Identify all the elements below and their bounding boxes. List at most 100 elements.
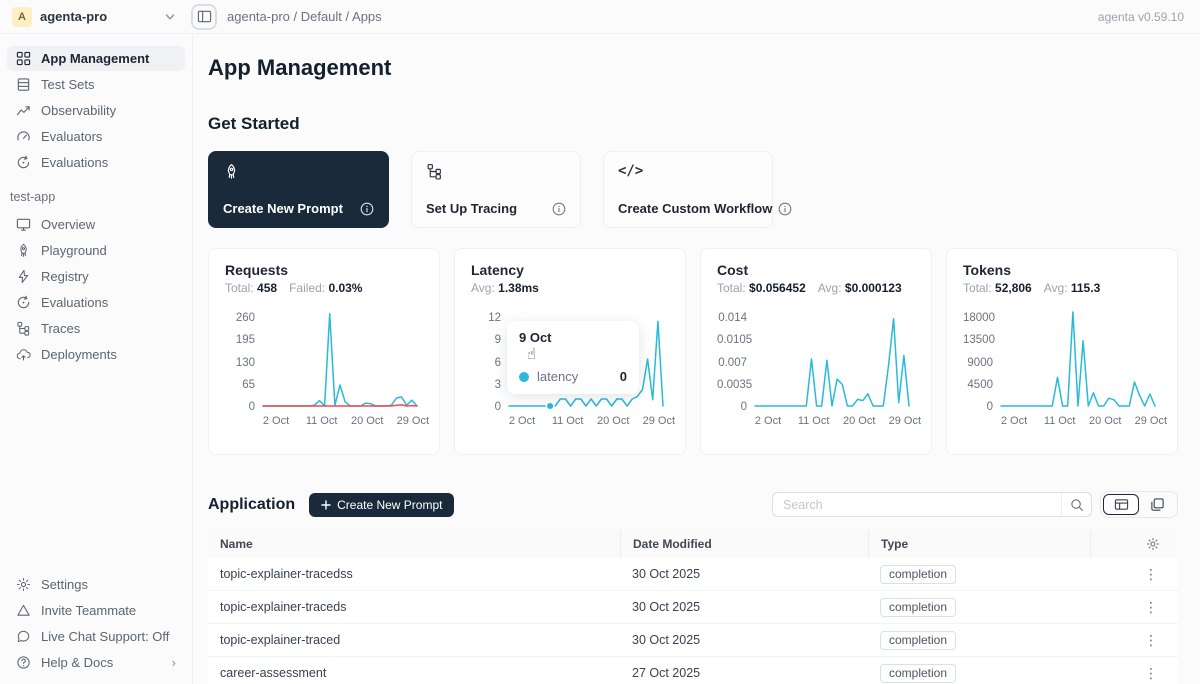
sidebar-item-evaluations[interactable]: Evaluations	[7, 150, 185, 175]
tokens-line-chart[interactable]	[1001, 309, 1155, 409]
tooltip-date: 9 Oct	[519, 330, 627, 345]
table-header: Name Date Modified Type	[208, 530, 1178, 558]
info-icon[interactable]	[360, 202, 374, 216]
app-name: topic-explainer-tracedss	[208, 567, 620, 581]
create-custom-workflow-card[interactable]: </> Create Custom Workflow	[603, 151, 773, 228]
get-started-title: Get Started	[208, 114, 1178, 134]
create-new-prompt-card[interactable]: Create New Prompt	[208, 151, 389, 228]
sidebar-item-app-management[interactable]: App Management	[7, 46, 185, 71]
chevron-right-icon: ›	[172, 655, 176, 670]
version-label: agenta v0.59.10	[1098, 10, 1200, 24]
monitor-icon	[16, 217, 31, 232]
chevron-down-icon	[165, 12, 175, 22]
create-new-prompt-button[interactable]: Create New Prompt	[309, 493, 454, 517]
sidebar-item-invite-teammate[interactable]: Invite Teammate	[7, 598, 185, 623]
set-up-tracing-card[interactable]: Set Up Tracing	[411, 151, 581, 228]
help-icon	[16, 655, 31, 670]
table-row[interactable]: topic-explainer-traceds 30 Oct 2025 comp…	[208, 591, 1178, 624]
sidebar-item-settings[interactable]: Settings	[7, 572, 185, 597]
sidebar-item-live-chat[interactable]: Live Chat Support: Off	[7, 624, 185, 649]
metric-stats: Total: 458Failed: 0.03%	[225, 281, 423, 295]
row-menu-button[interactable]: ⋮	[1144, 665, 1158, 682]
sidebar-item-label: Deployments	[41, 347, 117, 362]
info-icon[interactable]	[778, 202, 792, 216]
row-menu-button[interactable]: ⋮	[1144, 599, 1158, 616]
sidebar-collapse-button[interactable]	[191, 4, 217, 30]
series-dot-icon	[519, 372, 529, 382]
sidebar-item-registry[interactable]: Registry	[7, 264, 185, 289]
type-badge: completion	[880, 631, 956, 650]
grid-icon	[16, 51, 31, 66]
sidebar-item-label: Live Chat Support: Off	[41, 629, 169, 644]
column-header-name[interactable]: Name	[208, 530, 620, 558]
app-date: 30 Oct 2025	[620, 567, 868, 581]
triangle-icon	[16, 603, 31, 618]
hand-cursor-icon: ☝	[527, 345, 536, 363]
sidebar-item-evaluators[interactable]: Evaluators	[7, 124, 185, 149]
info-icon[interactable]	[552, 202, 566, 216]
metric-stats: Total: 52,806Avg: 115.3	[963, 281, 1161, 295]
application-title: Application	[208, 496, 295, 514]
table-view-button[interactable]	[1103, 494, 1139, 515]
metric-title: Latency	[471, 262, 669, 278]
page-title: App Management	[208, 55, 1178, 81]
search-icon[interactable]	[1061, 493, 1091, 516]
column-settings	[1090, 530, 1178, 558]
get-started-cards: Create New Prompt Set Up Tracing </> Cre…	[208, 151, 1178, 228]
view-toggle	[1100, 491, 1178, 518]
stat: Total: $0.056452	[717, 281, 806, 295]
sidebar-item-playground[interactable]: Playground	[7, 238, 185, 263]
code-icon: </>	[618, 163, 758, 179]
top-bar: A agenta-pro agenta-pro / Default / Apps…	[0, 0, 1200, 34]
table-row[interactable]: topic-explainer-tracedss 30 Oct 2025 com…	[208, 558, 1178, 591]
gear-icon	[16, 577, 31, 592]
stat: Total: 52,806	[963, 281, 1032, 295]
latency-metric-card: Latency Avg: 1.38ms 129630 2 Oct11 Oct20…	[454, 248, 686, 455]
sidebar-item-label: Test Sets	[41, 77, 94, 92]
sidebar-item-help-docs[interactable]: Help & Docs ›	[7, 650, 185, 675]
column-header-type[interactable]: Type	[868, 530, 1090, 558]
table-icon	[16, 77, 31, 92]
stat: Failed: 0.03%	[289, 281, 362, 295]
search-input[interactable]	[773, 498, 1061, 512]
app-group-label: test-app	[7, 176, 185, 212]
requests-metric-card: Requests Total: 458Failed: 0.03% 2601951…	[208, 248, 440, 455]
card-label: Create Custom Workflow	[618, 201, 772, 216]
breadcrumb[interactable]: agenta-pro / Default / Apps	[227, 9, 382, 24]
sidebar-item-label: Evaluators	[41, 129, 102, 144]
sidebar-item-label: Evaluations	[41, 155, 108, 170]
app-date: 27 Oct 2025	[620, 666, 868, 680]
sidebar-item-test-sets[interactable]: Test Sets	[7, 72, 185, 97]
applications-table: Name Date Modified Type topic-explainer-…	[208, 530, 1178, 684]
gear-icon[interactable]	[1146, 537, 1160, 551]
sidebar-item-label: Settings	[41, 577, 88, 592]
table-row[interactable]: career-assessment 27 Oct 2025 completion…	[208, 657, 1178, 684]
metric-stats: Avg: 1.38ms	[471, 281, 669, 295]
chart-tooltip: 9 Oct ☝ latency 0	[507, 321, 639, 394]
card-view-button[interactable]	[1139, 494, 1175, 515]
tree-icon	[426, 163, 443, 180]
requests-line-chart[interactable]	[263, 309, 417, 409]
table-row[interactable]: topic-explainer-traced 30 Oct 2025 compl…	[208, 624, 1178, 657]
workspace-selector[interactable]: A agenta-pro	[0, 7, 185, 27]
type-badge: completion	[880, 664, 956, 683]
rocket-icon	[16, 243, 31, 258]
row-menu-button[interactable]: ⋮	[1144, 632, 1158, 649]
sidebar-footer: Settings Invite Teammate Live Chat Suppo…	[7, 572, 185, 676]
sidebar-item-overview[interactable]: Overview	[7, 212, 185, 237]
cost-line-chart[interactable]	[755, 309, 909, 409]
sidebar-item-traces[interactable]: Traces	[7, 316, 185, 341]
sidebar-item-label: Observability	[41, 103, 116, 118]
sidebar-item-deployments[interactable]: Deployments	[7, 342, 185, 367]
row-menu-button[interactable]: ⋮	[1144, 566, 1158, 583]
cost-metric-card: Cost Total: $0.056452Avg: $0.000123 0.01…	[700, 248, 932, 455]
workspace-name: agenta-pro	[40, 9, 157, 24]
sidebar-item-observability[interactable]: Observability	[7, 98, 185, 123]
sidebar-item-app-evaluations[interactable]: Evaluations	[7, 290, 185, 315]
trend-chart-icon	[16, 103, 31, 118]
metrics-row: Requests Total: 458Failed: 0.03% 2601951…	[208, 248, 1178, 455]
main-content: App Management Get Started Create New Pr…	[193, 34, 1200, 684]
tooltip-value: 0	[620, 369, 627, 384]
column-header-date-modified[interactable]: Date Modified	[620, 530, 868, 558]
app-name: career-assessment	[208, 666, 620, 680]
